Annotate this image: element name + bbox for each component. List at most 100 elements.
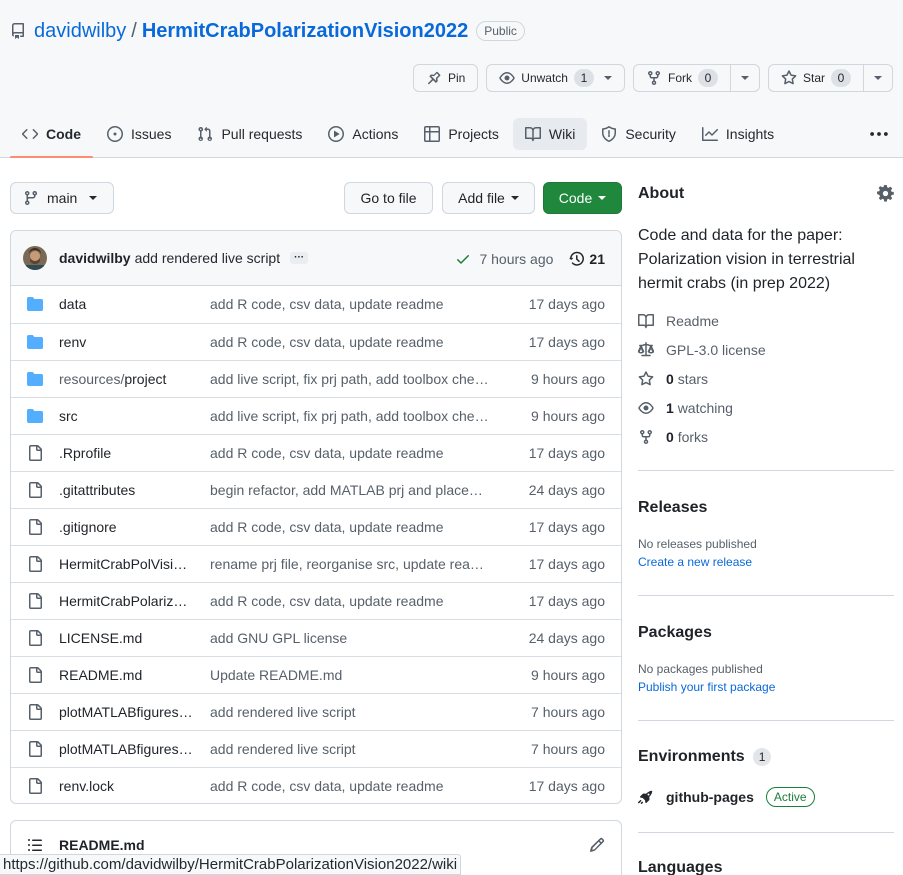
commit-message-link[interactable]: add live script, fix prj path, add toolb… [210,408,490,424]
stars-link[interactable]: 0 stars [638,369,708,389]
table-icon [424,126,441,142]
file-name-link[interactable]: HermitCrabPolariz… [59,593,199,609]
table-row[interactable]: README.md Update README.md 9 hours ago [11,656,621,693]
tab-security[interactable]: Security [589,118,688,150]
commit-age: 17 days ago [528,445,605,461]
file-name-link[interactable]: data [59,296,199,312]
folder-icon [27,371,43,387]
table-row[interactable]: plotMATLABfigures… add rendered live scri… [11,693,621,730]
table-row[interactable]: .Rprofile add R code, csv data, update re… [11,434,621,471]
tab-projects[interactable]: Projects [412,118,511,150]
license-link[interactable]: GPL-3.0 license [638,340,766,360]
commit-time-link[interactable]: 7 hours ago [479,251,553,267]
branch-selector[interactable]: main [10,182,114,214]
tab-security-label: Security [625,126,676,142]
expand-commit-button[interactable]: ··· [290,252,309,264]
avatar[interactable] [23,246,47,270]
commit-message-link[interactable]: add rendered live script [210,704,490,720]
file-name-link[interactable]: .gitattributes [59,482,199,498]
file-name-link[interactable]: .Rprofile [59,445,199,461]
file-name-link[interactable]: plotMATLABfigures… [59,704,199,720]
file-name-link[interactable]: renv [59,334,199,350]
file-name-link[interactable]: README.md [59,667,199,683]
kebab-horizontal-icon[interactable] [869,124,889,144]
commit-message-link[interactable]: begin refactor, add MATLAB prj and place… [210,482,490,498]
releases-heading[interactable]: Releases [638,499,707,517]
file-name-link[interactable]: HermitCrabPolVisi… [59,556,199,572]
go-to-file-button[interactable]: Go to file [344,182,433,214]
commit-message-link[interactable]: add live script, fix prj path, add toolb… [210,371,490,387]
repo-owner-link[interactable]: davidwilby [34,20,126,43]
table-row[interactable]: LICENSE.md add GNU GPL license 24 days ago [11,619,621,656]
forks-link[interactable]: 0 forks [638,427,708,447]
table-row[interactable]: data add R code, csv data, update readme 1… [11,286,621,323]
gear-icon[interactable] [877,185,894,202]
fork-dropdown-button[interactable] [729,65,759,91]
fork-button[interactable]: Fork 0 [634,65,730,91]
watching-label: watching [677,400,733,416]
repo-name-link[interactable]: HermitCrabPolarizationVision2022 [142,20,468,43]
commit-message-link[interactable]: add R code, csv data, update readme [210,445,490,461]
watchers-link[interactable]: 1 watching [638,398,733,418]
commit-age: 17 days ago [528,593,605,609]
table-row[interactable]: src add live script, fix prj path, add to… [11,397,621,434]
commit-message-link[interactable]: add rendered live script [210,741,490,757]
tab-wiki[interactable]: Wiki [512,118,588,150]
table-row[interactable]: resources/project add live script, fix pr… [11,360,621,397]
table-row[interactable]: renv add R code, csv data, update readme 1… [11,323,621,360]
commit-count-link[interactable]: 21 [589,251,605,267]
tab-actions[interactable]: Actions [316,118,410,150]
pencil-icon[interactable] [589,837,605,853]
publish-package-link[interactable]: Publish your first package [638,680,775,694]
file-name-link[interactable]: renv.lock [59,778,199,794]
tab-issues[interactable]: Issues [95,118,183,150]
unwatch-button[interactable]: Unwatch 1 [487,65,624,91]
create-release-link[interactable]: Create a new release [638,555,752,569]
file-icon [27,778,43,794]
commit-message-link[interactable]: add R code, csv data, update readme [210,334,490,350]
commit-author-link[interactable]: davidwilby [59,250,131,266]
tab-issues-label: Issues [131,126,172,142]
table-row[interactable]: .gitattributes begin refactor, add MATLAB… [11,471,621,508]
readme-title-link[interactable]: README.md [59,837,145,853]
list-unordered-icon[interactable] [27,837,43,853]
issue-icon [107,126,123,142]
readme-link[interactable]: Readme [638,311,719,331]
file-name-link[interactable]: .gitignore [59,519,199,535]
file-name-link[interactable]: LICENSE.md [59,630,199,646]
stars-label: stars [677,371,709,387]
pin-button-main[interactable]: Pin [414,65,477,91]
code-icon [22,129,38,139]
packages-heading[interactable]: Packages [638,624,712,642]
star-button[interactable]: Star 0 [769,65,863,91]
commit-message-link[interactable]: add R code, csv data, update readme [210,778,490,794]
code-dropdown-button[interactable]: Code [543,182,622,214]
commit-message-link[interactable]: Update README.md [210,667,490,683]
tab-insights[interactable]: Insights [690,118,786,150]
tab-pull-requests[interactable]: Pull requests [185,118,314,150]
commit-message-link[interactable]: add rendered live script [135,250,281,266]
book-icon [638,314,654,329]
table-row[interactable]: renv.lock add R code, csv data, update re… [11,767,621,803]
table-row[interactable]: plotMATLABfigures… add rendered live scri… [11,730,621,767]
star-dropdown-button[interactable] [863,65,892,91]
commit-message-link[interactable]: add R code, csv data, update readme [210,593,490,609]
file-name-link[interactable]: resources/project [59,371,199,387]
tab-code[interactable]: Code [10,118,93,158]
table-row[interactable]: HermitCrabPolariz… add R code, csv data, … [11,582,621,619]
file-name-link[interactable]: src [59,408,199,424]
pin-button[interactable]: Pin [412,64,479,92]
file-name-link[interactable]: plotMATLABfigures… [59,741,199,757]
table-row[interactable]: .gitignore add R code, csv data, update r… [11,508,621,545]
forks-label: forks [677,429,709,445]
environment-github-pages[interactable]: github-pages Active [638,787,815,807]
table-row[interactable]: HermitCrabPolVisi… rename prj file, reorg… [11,545,621,582]
commit-message-link[interactable]: add R code, csv data, update readme [210,296,490,312]
add-file-button[interactable]: Add file [442,182,535,214]
commit-message-link[interactable]: rename prj file, reorganise src, update … [210,556,490,572]
commit-message-link[interactable]: add GNU GPL license [210,630,490,646]
environments-heading[interactable]: Environments 1 [638,748,772,766]
commit-message-link[interactable]: add R code, csv data, update readme [210,519,490,535]
check-icon[interactable] [455,251,471,267]
pull-request-icon [198,126,213,142]
